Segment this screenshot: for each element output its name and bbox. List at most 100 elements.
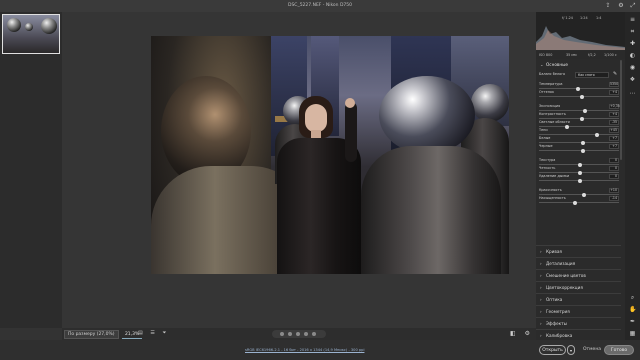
exif-shutter: 1/100 с xyxy=(604,53,617,57)
section-effects[interactable]: › Эффекты xyxy=(536,317,621,328)
share-icon[interactable]: ⇪ xyxy=(605,2,611,9)
slider-value-vibrance[interactable]: +10 xyxy=(609,188,619,193)
section-color-mixer-label: Смешение цветов xyxy=(546,273,586,278)
zoom-mode-dropdown[interactable]: По размеру (27,0%) xyxy=(64,330,119,339)
slider-value-blacks[interactable]: +7 xyxy=(609,144,619,149)
image-canvas[interactable] xyxy=(62,12,536,328)
photo-preview[interactable] xyxy=(151,36,509,274)
eyedropper-icon[interactable]: ✎ xyxy=(613,71,617,77)
slider-track-exposure[interactable] xyxy=(539,110,619,111)
presets-icon[interactable]: ❖ xyxy=(629,76,636,83)
section-curve[interactable]: › Кривая xyxy=(536,245,621,256)
slider-value-saturation[interactable]: -14 xyxy=(609,196,619,201)
slider-label-shadows: Тени xyxy=(539,128,548,132)
cancel-button[interactable]: Отмена xyxy=(583,345,601,355)
photo-woman-hand xyxy=(345,98,355,108)
section-optics[interactable]: › Оптика xyxy=(536,293,621,304)
grid-toggle-icon[interactable]: ▦ xyxy=(629,330,636,337)
heal-icon[interactable]: ✚ xyxy=(629,40,636,47)
slider-track-shadows[interactable] xyxy=(539,134,619,135)
slider-track-vibrance[interactable] xyxy=(539,194,619,195)
rating-dots[interactable] xyxy=(272,330,326,338)
basic-section-header[interactable]: ⌄ Основные xyxy=(536,60,621,70)
slider-row-vibrance: Красочность +10 xyxy=(539,188,619,197)
basic-panel: ⌄ Основные Баланс белого Как снято ✎ Темп… xyxy=(536,60,621,240)
panel-scrollbar[interactable] xyxy=(620,60,622,160)
slider-value-tint[interactable]: +4 xyxy=(609,90,619,95)
section-color-grading-label: Цветокоррекция xyxy=(546,285,583,290)
color-sampler-icon[interactable]: ✒ xyxy=(629,318,636,325)
edit-sliders-icon[interactable]: ≡ xyxy=(629,16,636,23)
slider-track-highlights[interactable] xyxy=(539,126,619,127)
slider-value-temperature[interactable]: 5350 xyxy=(609,82,619,87)
redeye-icon[interactable]: ◉ xyxy=(629,64,636,71)
expand-icon[interactable]: ⤢ xyxy=(630,2,636,9)
section-detail[interactable]: › Детализация xyxy=(536,257,621,268)
slider-value-whites[interactable]: +7 xyxy=(609,136,619,141)
slider-row-contrast: Контрастность +4 xyxy=(539,112,619,121)
histogram-readout: f/ 1.24 xyxy=(562,16,573,20)
rating-dot[interactable] xyxy=(280,332,284,336)
filter-icon[interactable]: ⏷ xyxy=(162,330,166,336)
photo-sphere-right-far xyxy=(471,84,509,122)
slider-value-clarity[interactable]: 0 xyxy=(609,166,619,171)
more-options-icon[interactable]: ⋯ xyxy=(629,90,636,97)
slider-row-temperature: Температура 5350 xyxy=(539,82,619,91)
slider-knob-saturation[interactable] xyxy=(572,200,577,205)
slider-knob-blacks[interactable] xyxy=(581,148,586,153)
slider-row-shadows: Тени +45 xyxy=(539,128,619,137)
before-after-icon[interactable]: ◧ xyxy=(510,330,516,337)
slider-label-whites: Белые xyxy=(539,136,551,140)
rating-dot[interactable] xyxy=(296,332,300,336)
slider-value-dehaze[interactable]: 0 xyxy=(609,174,619,179)
open-button[interactable]: Открыть xyxy=(539,345,566,355)
slider-track-saturation[interactable] xyxy=(539,202,619,203)
slider-value-contrast[interactable]: +4 xyxy=(609,112,619,117)
workflow-options-link[interactable]: sRGB IEC61966-2.1 - 16 бит - 2016 x 1344… xyxy=(245,348,364,352)
mask-icon[interactable]: ◐ xyxy=(629,52,636,59)
section-calibration[interactable]: › Калибровка xyxy=(536,329,621,340)
filmstrip-thumbnail[interactable] xyxy=(2,14,60,54)
hand-tool-icon[interactable]: ✋ xyxy=(629,306,636,313)
filmstrip-toggle-icon[interactable]: ▤ xyxy=(138,330,143,336)
settings-icon[interactable]: ⚙ xyxy=(525,330,530,337)
slider-label-clarity: Четкость xyxy=(539,166,556,170)
slider-label-highlights: Светлые области xyxy=(539,120,570,124)
slider-knob-dehaze[interactable] xyxy=(578,178,582,183)
slider-row-highlights: Светлые области -35 xyxy=(539,120,619,129)
zoom-tool-icon[interactable]: ⌕ xyxy=(629,294,636,301)
open-dropdown-icon[interactable]: ▾ xyxy=(567,345,575,355)
slider-value-texture[interactable]: 0 xyxy=(609,158,619,163)
done-button[interactable]: Готово xyxy=(604,345,634,355)
slider-value-shadows[interactable]: +45 xyxy=(609,128,619,133)
white-balance-dropdown[interactable]: Как снято xyxy=(575,72,609,78)
settings-gear-icon[interactable]: ⚙ xyxy=(618,2,624,9)
slider-value-exposure[interactable]: +0,35 xyxy=(609,104,620,109)
crop-icon[interactable]: ⌗ xyxy=(629,28,636,35)
slider-label-dehaze: Удаление дымки xyxy=(539,174,570,178)
compare-icons: ◧ ⚙ xyxy=(503,330,530,337)
slider-knob-tint[interactable] xyxy=(579,94,584,99)
slider-value-highlights[interactable]: -35 xyxy=(609,120,619,125)
sort-icon[interactable]: ☰ xyxy=(150,330,154,336)
slider-row-dehaze: Удаление дымки 0 xyxy=(539,174,619,183)
tool-strip: ≡ ⌗ ✚ ◐ ◉ ❖ ⋯ ⌕ ✋ ✒ ▦ xyxy=(625,12,640,340)
section-color-mixer[interactable]: › Смешение цветов xyxy=(536,269,621,280)
section-geometry[interactable]: › Геометрия xyxy=(536,305,621,316)
slider-row-saturation: Насыщенность -14 xyxy=(539,196,619,205)
slider-label-saturation: Насыщенность xyxy=(539,196,566,200)
slider-label-texture: Текстура xyxy=(539,158,556,162)
slider-row-texture: Текстура 0 xyxy=(539,158,619,167)
slider-label-temperature: Температура xyxy=(539,82,563,86)
slider-track-blacks[interactable] xyxy=(539,150,619,151)
rating-dot[interactable] xyxy=(288,332,292,336)
rating-dot[interactable] xyxy=(304,332,308,336)
photo-woman-arm xyxy=(345,102,357,162)
slider-track-whites[interactable] xyxy=(539,142,619,143)
photo-woman xyxy=(271,96,371,274)
rating-dot[interactable] xyxy=(312,332,316,336)
slider-row-exposure: Экспозиция +0,35 xyxy=(539,104,620,113)
section-effects-label: Эффекты xyxy=(546,321,567,326)
section-color-grading[interactable]: › Цветокоррекция xyxy=(536,281,621,292)
exif-aperture: f/2,2 xyxy=(588,53,596,57)
